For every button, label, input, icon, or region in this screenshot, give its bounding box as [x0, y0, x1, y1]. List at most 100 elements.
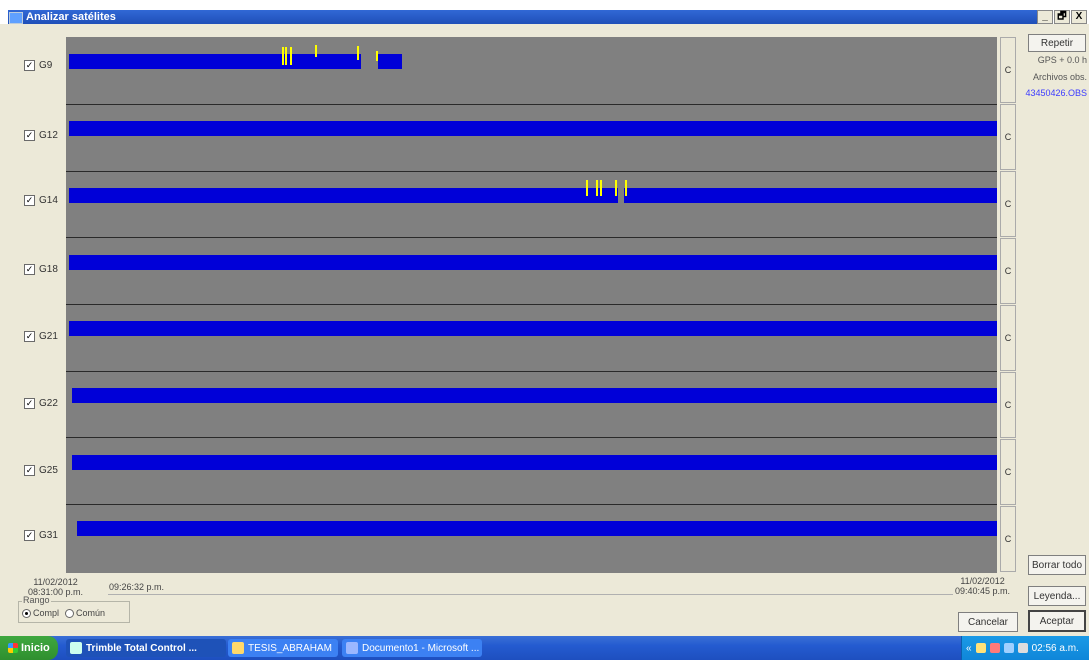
- cycle-slip-marker: [596, 180, 598, 196]
- start-button[interactable]: Inicio: [0, 636, 58, 660]
- row-button-g31[interactable]: C: [1000, 506, 1016, 572]
- satellite-id: G25: [39, 465, 58, 476]
- cycle-slip-marker: [615, 180, 617, 196]
- gps-offset-label: GPS + 0.0 h: [1037, 55, 1087, 65]
- row-divider: [66, 171, 997, 172]
- title-bar: Analizar satélites _ 🗗 X: [0, 0, 1089, 24]
- radio-selected-icon: [22, 609, 31, 619]
- range-group-label: Rango: [22, 595, 51, 605]
- satellite-row-g9: ✓ G9: [24, 60, 52, 71]
- satellite-checkbox[interactable]: ✓: [24, 331, 35, 342]
- satellite-id: G21: [39, 331, 58, 342]
- end-time-label: 11/02/2012 09:40:45 p.m.: [955, 576, 1010, 596]
- tracking-bar-g9: [378, 54, 402, 69]
- satellite-row-g25: ✓ G25: [24, 465, 58, 476]
- legend-button[interactable]: Leyenda...: [1028, 586, 1086, 606]
- row-divider: [66, 237, 997, 238]
- radio-icon: [65, 609, 75, 619]
- start-date: 11/02/2012: [33, 577, 78, 587]
- window-title: Analizar satélites: [26, 11, 116, 23]
- satellite-row-g14: ✓ G14: [24, 195, 58, 206]
- start-time-label: 11/02/2012 08:31:00 p.m.: [28, 577, 83, 597]
- tracking-bar-g21: [69, 321, 997, 336]
- satellite-checkbox[interactable]: ✓: [24, 60, 35, 71]
- task-trimble[interactable]: Trimble Total Control ...: [66, 639, 226, 657]
- task-word-document[interactable]: Documento1 - Microsoft ...: [342, 639, 482, 657]
- satellite-checkbox[interactable]: ✓: [24, 465, 35, 476]
- cycle-slip-marker: [315, 45, 317, 57]
- cycle-slip-marker: [357, 46, 359, 60]
- tracking-bar-g9: [69, 54, 361, 69]
- row-button-g18[interactable]: C: [1000, 238, 1016, 304]
- display-icon[interactable]: [1003, 643, 1014, 653]
- clock: 02:56 a.m.: [1031, 642, 1079, 654]
- cycle-slip-marker: [285, 47, 287, 65]
- row-button-g25[interactable]: C: [1000, 439, 1016, 505]
- word-document-icon: [346, 642, 358, 654]
- satellite-id: G22: [39, 398, 58, 409]
- satellite-checkbox[interactable]: ✓: [24, 398, 35, 409]
- satellite-tracking-plot[interactable]: [66, 37, 997, 573]
- satellite-id: G14: [39, 195, 58, 206]
- cycle-slip-marker: [586, 180, 588, 196]
- task-tesis-folder[interactable]: TESIS_ABRAHAM: [228, 639, 338, 657]
- taskbar: Inicio Trimble Total Control ... TESIS_A…: [0, 636, 1089, 660]
- restore-button[interactable]: 🗗: [1054, 10, 1070, 24]
- trimble-app-icon: [70, 642, 82, 654]
- satellite-row-g18: ✓ G18: [24, 264, 58, 275]
- cycle-slip-marker: [376, 51, 378, 61]
- cycle-slip-marker: [625, 180, 627, 196]
- row-button-g14[interactable]: C: [1000, 171, 1016, 237]
- tracking-bar-g31: [77, 521, 997, 536]
- satellite-id: G9: [39, 60, 53, 71]
- satellite-id: G18: [39, 264, 58, 275]
- system-tray: « 02:56 a.m.: [961, 636, 1089, 660]
- obs-files-label: Archivos obs.: [1032, 72, 1087, 82]
- end-time: 09:40:45 p.m.: [955, 586, 1011, 596]
- network-icon[interactable]: [975, 643, 986, 653]
- close-button[interactable]: X: [1071, 10, 1087, 24]
- satellite-row-g12: ✓ G12: [24, 130, 58, 141]
- satellite-row-g22: ✓ G22: [24, 398, 58, 409]
- cycle-slip-marker: [290, 47, 292, 65]
- volume-icon[interactable]: [1017, 643, 1028, 653]
- security-icon[interactable]: [989, 643, 1000, 653]
- satellite-id: G31: [39, 530, 58, 541]
- time-scrollbar[interactable]: [108, 594, 953, 595]
- tracking-bar-g25: [72, 455, 997, 470]
- tracking-bar-g18: [69, 255, 997, 270]
- title-bar-background: [8, 10, 1049, 24]
- satellite-checkbox[interactable]: ✓: [24, 130, 35, 141]
- minimize-button[interactable]: _: [1037, 10, 1053, 24]
- folder-icon: [232, 642, 244, 654]
- tracking-bar-g22: [72, 388, 997, 403]
- satellite-checkbox[interactable]: ✓: [24, 264, 35, 275]
- end-date: 11/02/2012: [960, 576, 1005, 586]
- row-divider: [66, 304, 997, 305]
- obs-file-item[interactable]: 43450426.OBS: [1025, 88, 1087, 98]
- row-divider: [66, 437, 997, 438]
- row-button-g22[interactable]: C: [1000, 372, 1016, 438]
- tray-expand-button[interactable]: «: [966, 643, 972, 654]
- satellite-row-g31: ✓ G31: [24, 530, 58, 541]
- windows-logo-icon: [8, 643, 18, 653]
- satellite-checkbox[interactable]: ✓: [24, 195, 35, 206]
- tracking-bar-g14: [624, 188, 997, 203]
- cancel-button[interactable]: Cancelar: [958, 612, 1018, 632]
- row-button-g21[interactable]: C: [1000, 305, 1016, 371]
- accept-button[interactable]: Aceptar: [1028, 610, 1086, 632]
- row-button-g9[interactable]: C: [1000, 37, 1016, 103]
- cursor-time: 09:26:32 p.m.: [109, 582, 165, 592]
- satellite-checkbox[interactable]: ✓: [24, 530, 35, 541]
- row-divider: [66, 371, 997, 372]
- range-option-comun[interactable]: Común: [65, 608, 105, 619]
- delete-all-button[interactable]: Borrar todo: [1028, 555, 1086, 575]
- row-button-g12[interactable]: C: [1000, 104, 1016, 170]
- range-option-compl[interactable]: Compl: [22, 608, 59, 619]
- repeat-button[interactable]: Repetir: [1028, 34, 1086, 52]
- range-options: Compl Común: [22, 608, 105, 619]
- satellite-row-g21: ✓ G21: [24, 331, 58, 342]
- row-divider: [66, 104, 997, 105]
- cycle-slip-marker: [600, 180, 602, 196]
- row-divider: [66, 504, 997, 505]
